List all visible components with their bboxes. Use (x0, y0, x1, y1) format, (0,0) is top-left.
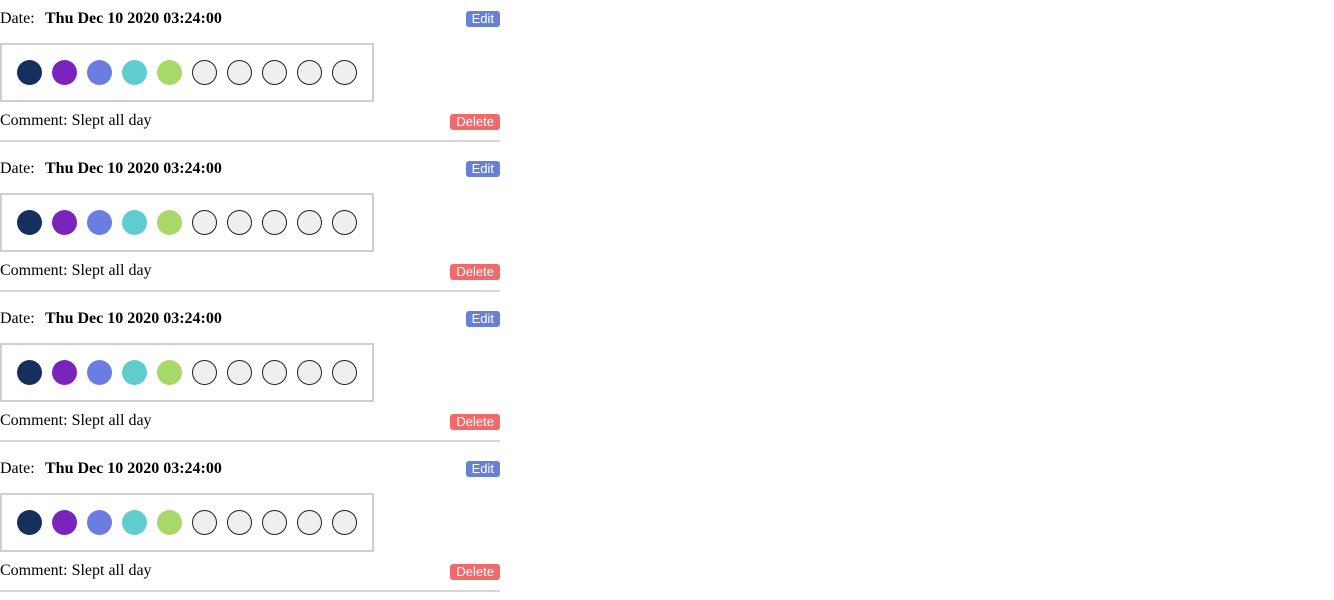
rating-dot-empty[interactable] (262, 360, 287, 385)
date-label: Date: (0, 460, 35, 477)
rating-dot-filled[interactable] (17, 60, 42, 85)
comment-value: Slept all day (71, 262, 152, 279)
rating-dot-filled[interactable] (87, 360, 112, 385)
entry-card: Date: Thu Dec 10 2020 03:24:00 Edit Comm… (0, 0, 500, 150)
rating-dot-empty[interactable] (297, 510, 322, 535)
comment-value: Slept all day (71, 412, 152, 429)
comment-text: Comment: Slept all day (0, 561, 152, 581)
comment-label: Comment: (0, 112, 68, 129)
divider (0, 440, 500, 442)
rating-dot-empty[interactable] (332, 360, 357, 385)
comment-label: Comment: (0, 562, 68, 579)
comment-label: Comment: (0, 412, 68, 429)
divider (0, 590, 500, 592)
rating-dots (0, 493, 374, 552)
date-row: Date: Thu Dec 10 2020 03:24:00 Edit (0, 309, 500, 329)
comment-text: Comment: Slept all day (0, 261, 152, 281)
date-value: Thu Dec 10 2020 03:24:00 (45, 10, 222, 27)
comment-text: Comment: Slept all day (0, 411, 152, 431)
rating-dot-empty[interactable] (262, 60, 287, 85)
comment-row: Comment: Slept all day Delete (0, 111, 500, 131)
entry-card: Date: Thu Dec 10 2020 03:24:00 Edit Comm… (0, 150, 500, 300)
rating-dot-empty[interactable] (332, 60, 357, 85)
rating-dot-filled[interactable] (157, 210, 182, 235)
comment-row: Comment: Slept all day Delete (0, 561, 500, 581)
rating-dot-filled[interactable] (17, 210, 42, 235)
rating-dot-empty[interactable] (332, 510, 357, 535)
date-value: Thu Dec 10 2020 03:24:00 (45, 310, 222, 327)
comment-value: Slept all day (71, 112, 152, 129)
entry-card: Date: Thu Dec 10 2020 03:24:00 Edit Comm… (0, 450, 500, 600)
rating-dot-filled[interactable] (87, 210, 112, 235)
rating-dot-empty[interactable] (192, 360, 217, 385)
rating-dot-empty[interactable] (262, 510, 287, 535)
edit-button[interactable]: Edit (465, 11, 500, 27)
date-label: Date: (0, 160, 35, 177)
rating-dot-filled[interactable] (157, 360, 182, 385)
rating-dot-empty[interactable] (332, 210, 357, 235)
divider (0, 140, 500, 142)
date-label: Date: (0, 310, 35, 327)
date-row: Date: Thu Dec 10 2020 03:24:00 Edit (0, 9, 500, 29)
rating-dot-filled[interactable] (122, 510, 147, 535)
rating-dot-filled[interactable] (122, 60, 147, 85)
rating-dot-empty[interactable] (297, 210, 322, 235)
comment-value: Slept all day (71, 562, 152, 579)
comment-row: Comment: Slept all day Delete (0, 261, 500, 281)
rating-dot-empty[interactable] (297, 60, 322, 85)
divider (0, 290, 500, 292)
delete-button[interactable]: Delete (450, 264, 500, 280)
rating-dot-empty[interactable] (227, 210, 252, 235)
rating-dot-empty[interactable] (227, 510, 252, 535)
rating-dot-filled[interactable] (87, 510, 112, 535)
rating-dot-empty[interactable] (192, 210, 217, 235)
delete-button[interactable]: Delete (450, 114, 500, 130)
rating-dot-filled[interactable] (157, 510, 182, 535)
rating-dots (0, 343, 374, 402)
comment-text: Comment: Slept all day (0, 111, 152, 131)
entry-card: Date: Thu Dec 10 2020 03:24:00 Edit Comm… (0, 300, 500, 450)
rating-dot-empty[interactable] (192, 510, 217, 535)
rating-dots (0, 193, 374, 252)
rating-dot-filled[interactable] (122, 210, 147, 235)
rating-dots (0, 43, 374, 102)
rating-dot-filled[interactable] (52, 210, 77, 235)
date-value: Thu Dec 10 2020 03:24:00 (45, 460, 222, 477)
rating-dot-empty[interactable] (262, 210, 287, 235)
rating-dot-empty[interactable] (227, 360, 252, 385)
edit-button[interactable]: Edit (465, 161, 500, 177)
rating-dot-empty[interactable] (227, 60, 252, 85)
date-row: Date: Thu Dec 10 2020 03:24:00 Edit (0, 159, 500, 179)
rating-dot-filled[interactable] (52, 510, 77, 535)
entries-list: Date: Thu Dec 10 2020 03:24:00 Edit Comm… (0, 0, 500, 600)
delete-button[interactable]: Delete (450, 564, 500, 580)
rating-dot-empty[interactable] (192, 60, 217, 85)
delete-button[interactable]: Delete (450, 414, 500, 430)
rating-dot-filled[interactable] (52, 60, 77, 85)
rating-dot-filled[interactable] (17, 360, 42, 385)
rating-dot-filled[interactable] (87, 60, 112, 85)
comment-row: Comment: Slept all day Delete (0, 411, 500, 431)
edit-button[interactable]: Edit (465, 461, 500, 477)
edit-button[interactable]: Edit (465, 311, 500, 327)
date-row: Date: Thu Dec 10 2020 03:24:00 Edit (0, 459, 500, 479)
date-value: Thu Dec 10 2020 03:24:00 (45, 160, 222, 177)
comment-label: Comment: (0, 262, 68, 279)
rating-dot-filled[interactable] (157, 60, 182, 85)
rating-dot-filled[interactable] (52, 360, 77, 385)
rating-dot-filled[interactable] (17, 510, 42, 535)
date-label: Date: (0, 10, 35, 27)
rating-dot-empty[interactable] (297, 360, 322, 385)
rating-dot-filled[interactable] (122, 360, 147, 385)
